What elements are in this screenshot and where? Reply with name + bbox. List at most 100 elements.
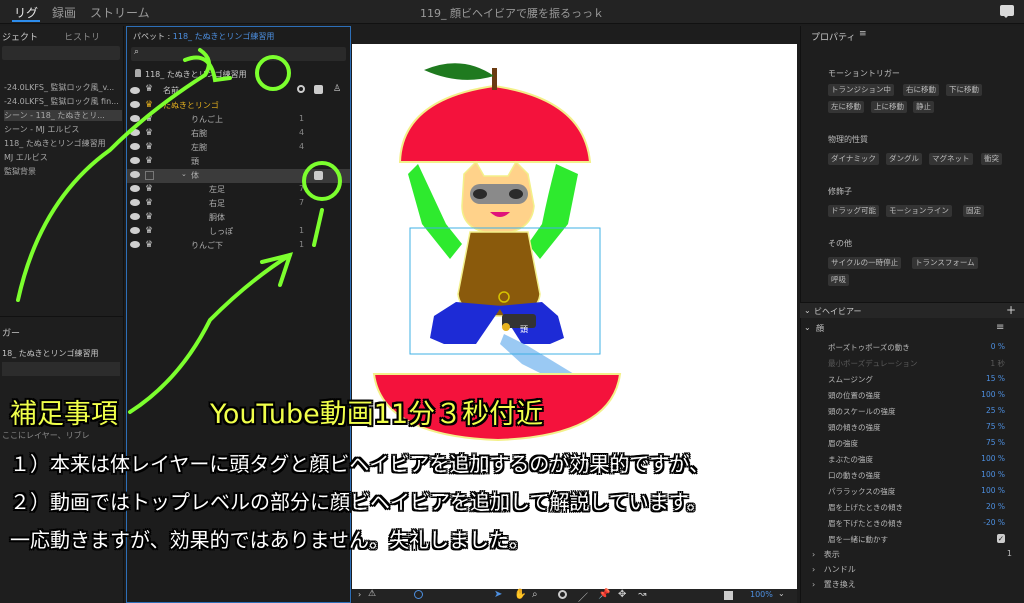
param-value[interactable]: 100 % <box>981 470 1005 479</box>
project-search-input[interactable] <box>2 46 120 60</box>
chip-collide[interactable]: 衝突 <box>981 153 1002 165</box>
param-value[interactable]: 25 % <box>986 406 1005 415</box>
chip-cycle-pause[interactable]: サイクルの一時停止 <box>828 257 902 269</box>
layer-row[interactable]: ♛ たぬきとリンゴ <box>127 99 350 113</box>
layer-row[interactable]: ♛ 胴体 <box>127 211 350 225</box>
param-value[interactable]: 75 % <box>986 438 1005 447</box>
chevron-down-icon[interactable]: ⌄ <box>181 170 187 178</box>
layer-row[interactable]: ♛ 頭 <box>127 155 350 169</box>
param-row[interactable]: 頭のスケールの強度 25 % <box>828 406 1008 420</box>
eye-icon[interactable] <box>130 199 140 206</box>
chevron-right-icon[interactable]: › <box>812 565 815 574</box>
param-value[interactable]: 0 % <box>991 342 1005 351</box>
param-row[interactable]: スムージング 15 % <box>828 374 1008 388</box>
add-behavior-button[interactable]: + <box>1006 303 1016 317</box>
param-row[interactable]: 眉を一緒に動かす ✓ <box>828 534 1008 548</box>
checkbox-checked[interactable]: ✓ <box>996 534 1005 543</box>
warning-icon[interactable]: ⚠ <box>368 589 376 599</box>
param-value[interactable]: 100 % <box>981 454 1005 463</box>
chip-dynamic[interactable]: ダイナミック <box>828 153 879 165</box>
chip-transform[interactable]: トランスフォーム <box>912 257 978 269</box>
param-row[interactable]: 眉を下げたときの傾き -20 % <box>828 518 1008 532</box>
crown-icon[interactable]: ♛ <box>145 240 153 250</box>
checkbox-icon[interactable] <box>145 171 154 180</box>
list-item[interactable]: シーン - 118_ たぬきとリ... <box>4 110 122 121</box>
param-value[interactable]: 1 秒 <box>990 358 1005 369</box>
layer-row[interactable]: ♛ りんご下 1 <box>127 239 350 253</box>
list-item[interactable]: -24.0LKFS_ 監獄ロック風_v... <box>4 82 122 93</box>
chip-transition[interactable]: トランジション中 <box>828 84 894 96</box>
eye-icon[interactable] <box>130 185 140 192</box>
param-row[interactable]: 頭の位置の強度 100 % <box>828 390 1008 404</box>
color-swatch[interactable] <box>724 591 733 600</box>
eye-icon[interactable] <box>130 227 140 234</box>
list-item[interactable]: -24.0LKFS_ 監獄ロック風 fin... <box>4 96 122 107</box>
chevron-right-icon[interactable]: › <box>358 590 361 599</box>
chip-move-left[interactable]: 左に移動 <box>828 101 864 113</box>
param-value[interactable]: 20 % <box>986 502 1005 511</box>
chip-breathe[interactable]: 呼吸 <box>828 274 849 286</box>
param-row[interactable]: 眉を上げたときの傾き 20 % <box>828 502 1008 516</box>
layer-row[interactable]: ♛ 左腕 4 <box>127 141 350 155</box>
crown-icon[interactable]: ♛ <box>145 114 153 124</box>
face-behavior-header[interactable]: ⌄ 顔 ≡ <box>800 322 1024 336</box>
crown-icon[interactable]: ♛ <box>145 184 153 194</box>
chip-motion-lines[interactable]: モーションライン <box>886 205 952 217</box>
origin-tool-icon[interactable] <box>558 590 567 599</box>
behavior-header[interactable]: ⌄ ビヘイビアー + <box>800 302 1024 318</box>
list-item[interactable]: 監獄背景 <box>4 166 122 177</box>
layer-row[interactable]: ♛ 右腕 4 <box>127 127 350 141</box>
replace-row[interactable]: › 置き換え <box>812 579 1012 591</box>
param-row[interactable]: 口の動きの強度 100 % <box>828 470 1008 484</box>
layer-row[interactable]: ⌄ 体 <box>127 169 350 183</box>
zoom-level[interactable]: 100% <box>750 590 773 599</box>
crown-icon[interactable]: ♛ <box>145 142 153 152</box>
layer-row[interactable]: ♛ しっぽ 1 <box>127 225 350 239</box>
dragger-tool-icon[interactable]: ✥ <box>618 589 626 600</box>
param-row[interactable]: 頭の傾きの強度 75 % <box>828 422 1008 436</box>
eye-icon[interactable] <box>130 115 140 122</box>
menu-icon[interactable]: ≡ <box>996 322 1004 333</box>
eye-icon[interactable] <box>130 171 140 178</box>
menu-icon[interactable]: ≡ <box>859 29 867 39</box>
eye-icon[interactable] <box>130 101 140 108</box>
layer-row[interactable]: ♛ 左足 7 <box>127 183 350 197</box>
chip-still[interactable]: 静止 <box>913 101 934 113</box>
chevron-right-icon[interactable]: › <box>812 580 815 589</box>
zoom-dropdown-icon[interactable]: ⌄ <box>778 589 785 598</box>
chat-icon[interactable] <box>1000 5 1014 18</box>
chip-fixed[interactable]: 固定 <box>963 205 984 217</box>
crown-icon[interactable]: ♛ <box>145 226 153 236</box>
crown-icon[interactable]: ♛ <box>145 198 153 208</box>
tab-history[interactable]: ヒストリ <box>64 30 100 43</box>
chevron-down-icon[interactable]: ⌄ <box>804 306 811 315</box>
stick-tool-icon[interactable]: ／ <box>578 589 588 603</box>
eye-icon[interactable] <box>130 241 140 248</box>
eye-icon[interactable] <box>130 129 140 136</box>
onion-icon[interactable] <box>414 590 423 599</box>
param-row[interactable]: 眉の強度 75 % <box>828 438 1008 452</box>
chip-draggable[interactable]: ドラッグ可能 <box>828 205 879 217</box>
behavior-icon[interactable] <box>314 171 323 180</box>
chip-magnet[interactable]: マグネット <box>929 153 973 165</box>
puppet-search-input[interactable]: ⌕ <box>131 47 346 61</box>
crown-icon[interactable]: ♛ <box>145 212 153 222</box>
param-value[interactable]: 100 % <box>981 390 1005 399</box>
eye-icon[interactable] <box>130 213 140 220</box>
eye-icon[interactable] <box>130 143 140 150</box>
chip-move-right[interactable]: 右に移動 <box>903 84 939 96</box>
select-tool-icon[interactable]: ➤ <box>494 589 502 600</box>
param-row[interactable]: パララックスの強度 100 % <box>828 486 1008 500</box>
chip-move-down[interactable]: 下に移動 <box>946 84 982 96</box>
list-item[interactable]: 118_ たぬきとリンゴ練習用 <box>4 138 122 149</box>
display-value[interactable]: 1 <box>1007 549 1012 558</box>
bend-tool-icon[interactable]: ↝ <box>638 589 646 600</box>
param-value[interactable]: 100 % <box>981 486 1005 495</box>
crown-icon[interactable]: ♛ <box>145 100 153 110</box>
zoom-tool-icon[interactable]: ⌕ <box>532 589 538 600</box>
param-value[interactable]: 15 % <box>986 374 1005 383</box>
list-item[interactable]: MJ エルビス <box>4 152 122 163</box>
crown-icon[interactable]: ♛ <box>145 128 153 138</box>
chevron-down-icon[interactable]: ⌄ <box>804 323 811 332</box>
param-row[interactable]: ポーズトゥポーズの動き 0 % <box>828 342 1008 356</box>
